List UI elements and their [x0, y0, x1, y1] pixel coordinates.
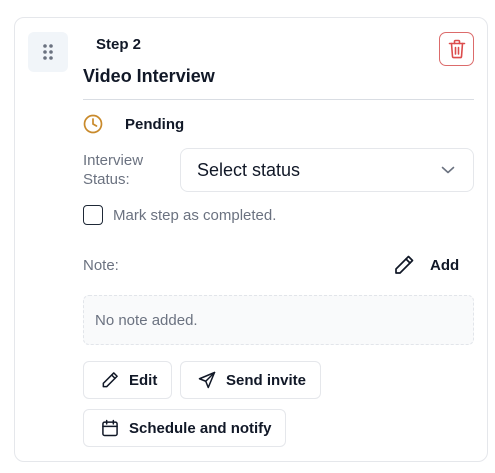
completed-checkbox-row[interactable]: Mark step as completed. [83, 205, 276, 225]
completed-checkbox-label: Mark step as completed. [113, 206, 277, 224]
completed-checkbox[interactable] [83, 205, 103, 225]
status-indicator: Pending [83, 113, 184, 135]
schedule-notify-label: Schedule and notify [129, 419, 272, 437]
interview-status-select[interactable]: Select status [180, 148, 474, 192]
add-note-button[interactable]: Add [392, 253, 459, 277]
send-icon [198, 371, 216, 389]
chevron-down-icon [441, 166, 455, 174]
drag-grip-icon [43, 44, 53, 60]
note-label: Note: [83, 257, 119, 274]
schedule-notify-button[interactable]: Schedule and notify [83, 409, 286, 447]
send-invite-button[interactable]: Send invite [180, 361, 321, 399]
delete-step-button[interactable] [439, 32, 474, 66]
edit-button[interactable]: Edit [83, 361, 172, 399]
status-text: Pending [125, 115, 185, 133]
note-box: No note added. [83, 295, 474, 345]
trash-icon [448, 39, 465, 59]
select-value: Select status [197, 159, 301, 180]
edit-label: Edit [129, 371, 158, 389]
step-title: Video Interview [83, 66, 215, 86]
pencil-icon [102, 372, 118, 388]
step-label: Step 2 [96, 36, 142, 53]
add-note-label: Add [430, 256, 460, 274]
pencil-icon [395, 255, 414, 274]
clock-icon [83, 114, 103, 134]
divider [83, 99, 474, 100]
calendar-icon [102, 419, 118, 437]
send-invite-label: Send invite [226, 371, 307, 389]
note-empty-text: No note added. [95, 311, 198, 329]
interview-status-label: Interview Status: [83, 152, 144, 188]
drag-handle[interactable] [28, 32, 68, 72]
